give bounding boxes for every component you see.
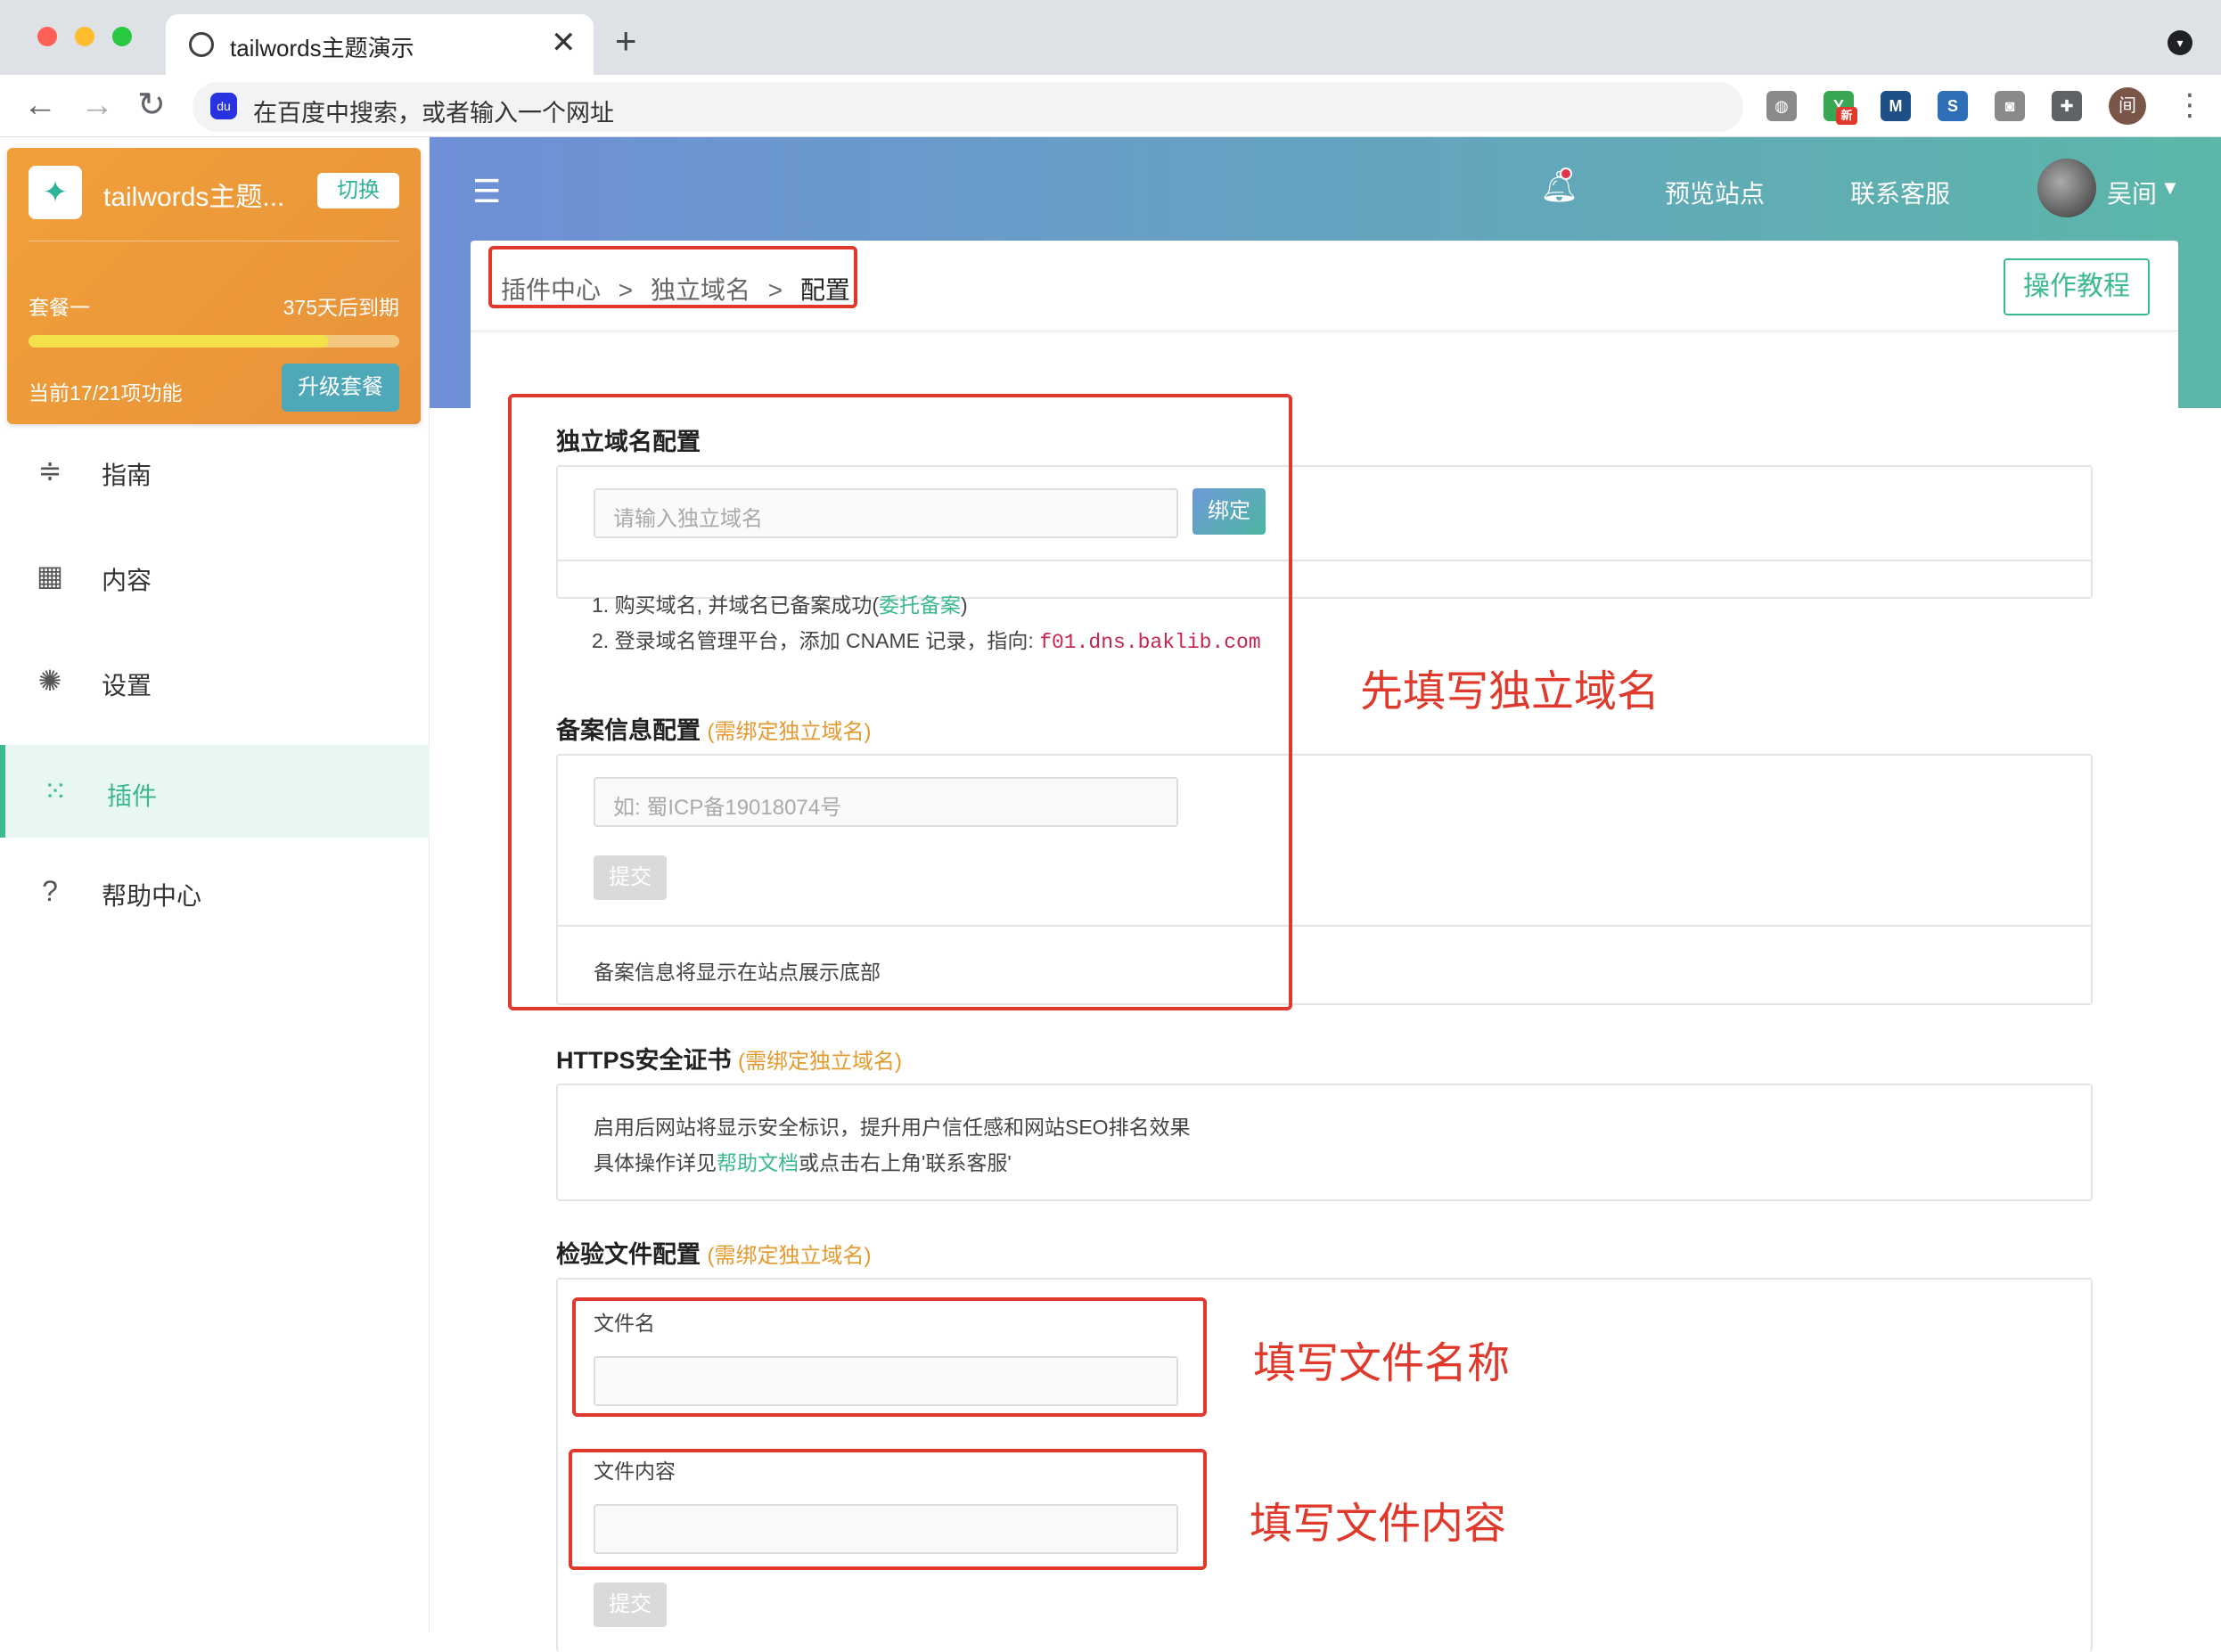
- globe-icon: [189, 32, 214, 57]
- grid-icon: ▦: [36, 560, 64, 592]
- annotation-domain-note: 先填写独立域名: [1360, 668, 1660, 716]
- globe-extension-icon[interactable]: ◍: [1766, 91, 1797, 121]
- browser-tab-bar: tailwords主题演示 ✕ + ▾: [0, 0, 2221, 75]
- gear-icon: ✺: [37, 665, 62, 697]
- plan-card: ✦ tailwords主题... 切换 套餐一 375天后到期 当前17/21项…: [7, 148, 421, 424]
- help-doc-link[interactable]: 帮助文档: [717, 1151, 799, 1174]
- camera-extension-icon[interactable]: ◙: [1995, 91, 2025, 121]
- dots-grid-icon: ⁙: [43, 775, 68, 807]
- bird-logo-icon: ✦: [29, 166, 82, 219]
- sidebar-item-label: 设置: [102, 672, 152, 699]
- sidebar-item-0[interactable]: ≑ 指南: [0, 424, 430, 517]
- sidebar-item-1[interactable]: ▦ 内容: [0, 529, 430, 622]
- baidu-icon: du: [210, 93, 237, 119]
- sidebar-item-label: 内容: [102, 567, 152, 594]
- plan-name: 套餐一: [29, 296, 90, 319]
- https-config-box: 启用后网站将显示安全标识，提升用户信任感和网站SEO排名效果 具体操作详见帮助文…: [556, 1084, 2093, 1201]
- new-tab-button[interactable]: +: [615, 20, 637, 62]
- verify-config-title: 检验文件配置 (需绑定独立域名): [556, 1235, 872, 1270]
- annotation-domain-box: [508, 394, 1292, 1010]
- signpost-icon: ≑: [37, 454, 62, 487]
- bell-icon[interactable]: 🔔︎: [1540, 168, 1578, 205]
- new-badge: 新: [1836, 107, 1857, 125]
- switch-site-button[interactable]: 切换: [317, 173, 399, 209]
- address-bar[interactable]: du 在百度中搜索，或者输入一个网址: [193, 82, 1743, 132]
- sidebar-item-label: 帮助中心: [102, 882, 202, 910]
- reload-icon[interactable]: ↻: [137, 87, 166, 123]
- browser-tab[interactable]: tailwords主题演示 ✕: [166, 14, 594, 75]
- user-avatar[interactable]: [2037, 159, 2096, 217]
- forward-icon[interactable]: →: [80, 87, 114, 123]
- https-desc-2: 具体操作详见帮助文档或点击右上角'联系客服': [594, 1146, 1012, 1176]
- annotation-content-note: 填写文件内容: [1250, 1501, 1507, 1548]
- https-desc-suffix: 或点击右上角'联系客服': [799, 1151, 1012, 1174]
- notification-dot: [1560, 168, 1572, 180]
- site-name: tailwords主题...: [103, 183, 285, 212]
- browser-toolbar: ← → ↻ du 在百度中搜索，或者输入一个网址 ◍ Y 新 M S ◙ ✚ 间 ⋮: [0, 75, 2221, 137]
- contact-support-link[interactable]: 联系客服: [1850, 175, 1950, 210]
- plan-expire: 375天后到期: [283, 296, 399, 319]
- tutorial-button[interactable]: 操作教程: [2004, 258, 2150, 315]
- https-desc-prefix: 具体操作详见: [594, 1151, 717, 1174]
- profile-avatar[interactable]: 间: [2109, 87, 2146, 125]
- annotation-content-box: [569, 1449, 1207, 1570]
- annotation-filename-box: [572, 1297, 1207, 1417]
- back-icon[interactable]: ←: [23, 87, 57, 123]
- close-window-button[interactable]: [37, 27, 57, 46]
- username[interactable]: 吴间: [2107, 175, 2157, 210]
- address-placeholder: 在百度中搜索，或者输入一个网址: [253, 100, 614, 127]
- new-extension-icon[interactable]: Y新: [1824, 91, 1857, 125]
- plan-progress-fill: [29, 335, 329, 348]
- https-desc-1: 启用后网站将显示安全标识，提升用户信任感和网站SEO排名效果: [594, 1116, 1191, 1139]
- upgrade-plan-button[interactable]: 升级套餐: [282, 364, 399, 412]
- verify-title-text: 检验文件配置: [556, 1241, 701, 1268]
- verify-submit-button[interactable]: 提交: [594, 1582, 667, 1627]
- sidebar-item-3[interactable]: ⁙ 插件: [0, 745, 430, 838]
- zoom-window-button[interactable]: [112, 27, 132, 46]
- sidebar: ✦ tailwords主题... 切换 套餐一 375天后到期 当前17/21项…: [0, 137, 430, 1632]
- chevron-down-icon[interactable]: ▼: [2160, 176, 2180, 200]
- browser-menu-icon[interactable]: ⋮: [2175, 87, 2205, 123]
- annotation-breadcrumb-box: [488, 246, 857, 308]
- menu-toggle-icon[interactable]: ☰: [472, 173, 501, 210]
- s-extension-icon[interactable]: S: [1938, 91, 1968, 121]
- sidebar-item-4[interactable]: ? 帮助中心: [0, 845, 430, 937]
- m-extension-icon[interactable]: M: [1881, 91, 1911, 121]
- tab-title: tailwords主题演示: [230, 35, 414, 61]
- tab-close-icon[interactable]: ✕: [551, 25, 577, 61]
- sidebar-item-label: 指南: [102, 462, 152, 489]
- preview-site-link[interactable]: 预览站点: [1665, 175, 1765, 210]
- plan-progress-bar: [29, 335, 399, 348]
- annotation-filename-note: 填写文件名称: [1253, 1340, 1511, 1387]
- puzzle-extension-icon[interactable]: ✚: [2052, 91, 2082, 121]
- plan-features: 当前17/21项功能: [29, 381, 183, 405]
- sidebar-item-label: 插件: [107, 782, 158, 810]
- https-title-text: HTTPS安全证书: [556, 1047, 732, 1074]
- https-note: (需绑定独立域名): [738, 1050, 903, 1074]
- minimize-window-button[interactable]: [75, 27, 94, 46]
- help-icon: ?: [42, 875, 58, 907]
- https-config-title: HTTPS安全证书 (需绑定独立域名): [556, 1041, 902, 1075]
- sidebar-item-2[interactable]: ✺ 设置: [0, 634, 430, 727]
- tab-search-icon[interactable]: ▾: [2168, 30, 2192, 55]
- verify-note: (需绑定独立域名): [707, 1244, 872, 1268]
